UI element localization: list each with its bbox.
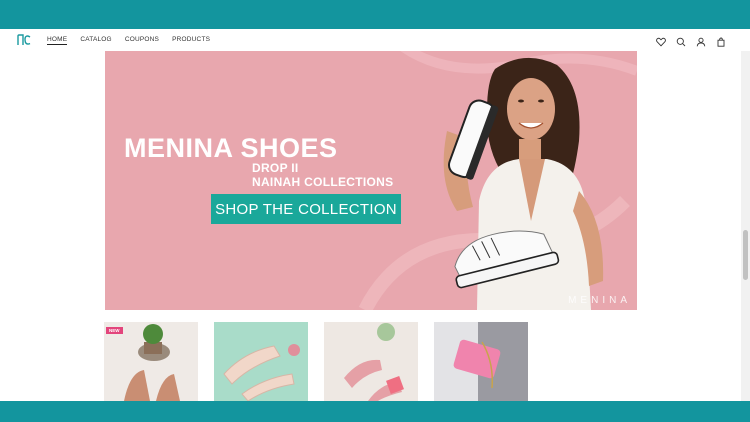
user-icon[interactable] [696, 34, 706, 47]
hero-subtitle-collection: NAINAH COLLECTIONS [252, 175, 394, 189]
product-card[interactable] [434, 322, 528, 401]
hero-title: MENINA SHOES [124, 133, 338, 163]
header-icons [656, 34, 726, 47]
product-card[interactable] [214, 322, 308, 401]
nav-products[interactable]: PRODUCTS [172, 36, 210, 45]
page-scrollbar[interactable] [741, 51, 750, 401]
shop-collection-button[interactable]: SHOP THE COLLECTION [211, 194, 401, 224]
product-card[interactable]: NEW [104, 322, 198, 401]
scrollbar-thumb[interactable] [743, 230, 748, 280]
new-badge: NEW [106, 327, 123, 334]
nav-catalog[interactable]: CATALOG [80, 36, 112, 45]
product-image [453, 322, 528, 401]
nav-coupons[interactable]: COUPONS [125, 36, 159, 45]
brand-logo[interactable] [17, 34, 31, 46]
bag-icon[interactable] [716, 34, 726, 47]
main-nav: HOME CATALOG COUPONS PRODUCTS [47, 36, 210, 45]
product-image [223, 344, 300, 401]
window-frame-bottom [0, 401, 750, 422]
window-frame-top [0, 0, 750, 29]
heart-icon[interactable] [656, 34, 666, 47]
site-header: HOME CATALOG COUPONS PRODUCTS [0, 29, 750, 51]
browser-viewport: HOME CATALOG COUPONS PRODUCTS MENINA SHO… [0, 29, 750, 401]
product-image [344, 323, 404, 401]
nav-home[interactable]: HOME [47, 36, 68, 45]
search-icon[interactable] [676, 34, 686, 47]
model-photo [443, 57, 604, 310]
hero-watermark: MENINA [568, 295, 631, 306]
hero-banner[interactable]: MENINA SHOES DROP II NAINAH COLLECTIONS … [105, 51, 637, 310]
hero-subtitle-drop: DROP II [252, 161, 299, 175]
product-card[interactable] [324, 322, 418, 401]
